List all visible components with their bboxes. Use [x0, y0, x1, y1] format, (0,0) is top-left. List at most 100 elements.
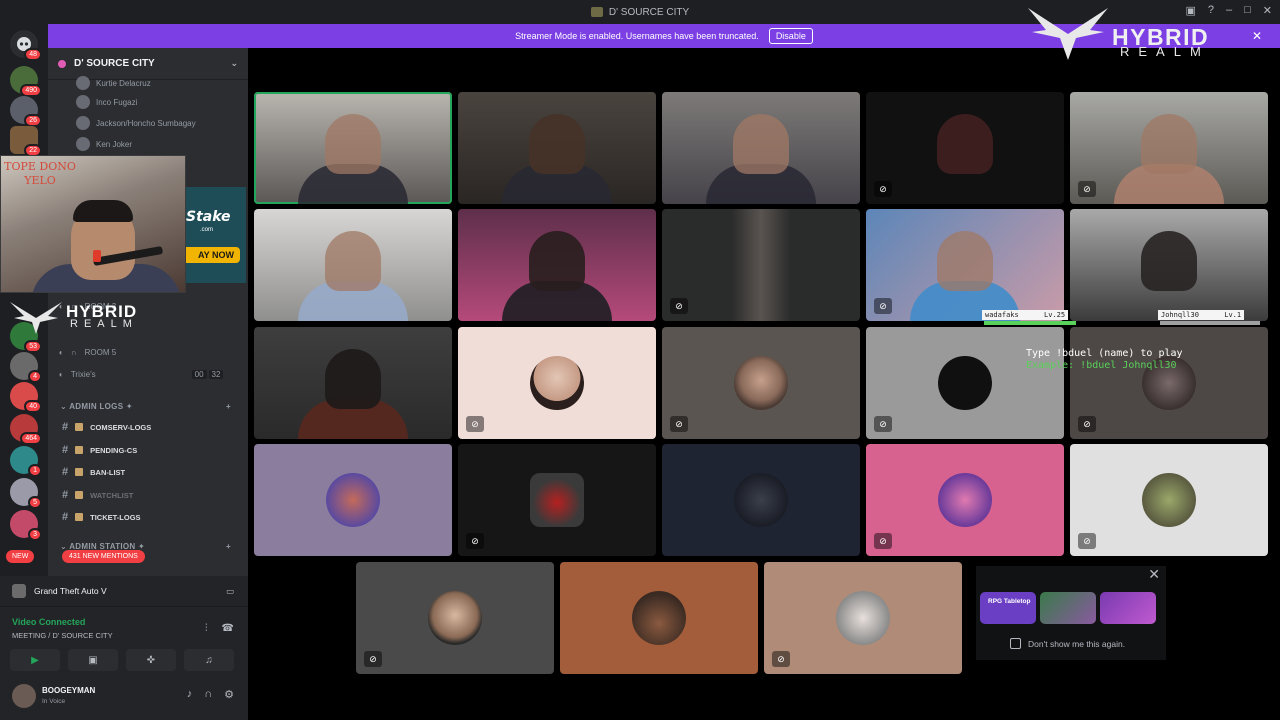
- video-tile[interactable]: [254, 92, 452, 204]
- activity-card[interactable]: [1100, 592, 1156, 624]
- video-tile[interactable]: [560, 562, 758, 674]
- text-channel[interactable]: # PENDING-CS: [62, 444, 137, 456]
- avatar: [938, 356, 992, 410]
- text-channel[interactable]: # BAN-LIST: [62, 466, 125, 478]
- voice-member[interactable]: Kurtie Delacruz: [76, 76, 151, 90]
- video-tile[interactable]: [458, 92, 656, 204]
- video-tile[interactable]: ⊘: [662, 327, 860, 439]
- video-tile[interactable]: [1070, 209, 1268, 321]
- video-tile[interactable]: ⊘: [458, 444, 656, 556]
- video-tile[interactable]: ⊘: [662, 209, 860, 321]
- activities-button[interactable]: ✜: [126, 649, 176, 671]
- game-icon: [12, 584, 26, 598]
- text-channel[interactable]: # WATCHLIST: [62, 489, 133, 501]
- dont-show-again-checkbox[interactable]: [1010, 638, 1021, 649]
- add-channel-icon[interactable]: +: [226, 402, 231, 411]
- server-icon-7[interactable]: 464: [10, 414, 42, 445]
- voice-member[interactable]: Inco Fugazi: [76, 95, 137, 109]
- new-mentions-pill[interactable]: 431 NEW MENTIONS: [62, 550, 145, 563]
- video-tile[interactable]: [662, 444, 860, 556]
- video-tile[interactable]: [254, 209, 452, 321]
- noise-suppression-icon[interactable]: ⫶: [205, 623, 208, 634]
- participant-head: [1141, 231, 1197, 291]
- duel-example: Example: !bduel Johnqll30: [1026, 360, 1177, 371]
- video-tile[interactable]: ⊘: [356, 562, 554, 674]
- video-tile[interactable]: ⊘: [1070, 92, 1268, 204]
- speaker-icon: ◖: [58, 348, 63, 357]
- close-window-button[interactable]: ✕: [1263, 4, 1272, 17]
- activities-popup: ✕ RPG Tabletop Don't show me this again.: [976, 566, 1166, 660]
- microphone-icon[interactable]: ♪: [187, 688, 193, 701]
- server-icon-5[interactable]: 4: [10, 352, 42, 383]
- new-unreads-pill[interactable]: NEW: [6, 550, 35, 563]
- voice-channel-path[interactable]: MEETING / D' SOURCE CITY: [12, 631, 113, 640]
- username[interactable]: BOOGEYMAN: [42, 686, 95, 695]
- video-tile[interactable]: ⊘: [866, 209, 1064, 321]
- text-channel[interactable]: # COMSERV-LOGS: [62, 421, 151, 433]
- player-1-tag: wadafaks Lv.25: [982, 310, 1069, 320]
- server-icon-8[interactable]: 1: [10, 446, 42, 477]
- soundboard-button[interactable]: ♫: [184, 649, 234, 671]
- category-admin-logs[interactable]: ⌄ ADMIN LOGS ✦ +: [60, 402, 231, 411]
- video-tile[interactable]: ⊘: [764, 562, 962, 674]
- chevron-down-icon[interactable]: ⌄: [230, 58, 238, 69]
- avatar[interactable]: [12, 684, 36, 708]
- avatar: [326, 473, 380, 527]
- screen-share-button[interactable]: ▣: [68, 649, 118, 671]
- voice-status[interactable]: Video Connected: [12, 617, 85, 627]
- server-icon-10[interactable]: 3: [10, 510, 42, 541]
- video-tile[interactable]: [458, 209, 656, 321]
- dont-show-again-label[interactable]: Don't show me this again.: [1028, 639, 1125, 649]
- monitor-icon[interactable]: ▭: [226, 586, 234, 597]
- unread-badge: 40: [24, 400, 42, 413]
- video-tile[interactable]: ⊘: [866, 92, 1064, 204]
- settings-gear-icon[interactable]: ⚙: [224, 688, 234, 701]
- voice-connection-panel: Video Connected MEETING / D' SOURCE CITY…: [0, 606, 248, 680]
- unread-badge: 5: [28, 496, 42, 509]
- server-icon-2[interactable]: 26: [10, 96, 42, 127]
- hybrid-realm-logo-small: HYBRID REALM: [8, 296, 168, 336]
- logo-word-2: REALM: [70, 318, 138, 330]
- video-tile[interactable]: ⊘: [866, 327, 1064, 439]
- video-tile[interactable]: ⊘: [866, 444, 1064, 556]
- video-tile[interactable]: [662, 92, 860, 204]
- participant-head: [325, 349, 381, 409]
- avatar: [734, 473, 788, 527]
- top-donor-label: TOPE DONO YELO: [2, 160, 78, 188]
- video-tile[interactable]: [254, 444, 452, 556]
- video-tile[interactable]: [254, 327, 452, 439]
- muted-icon: ⊘: [670, 298, 688, 314]
- logo-word-2: REALM: [1120, 44, 1210, 59]
- voice-member[interactable]: Jackson/Honcho Sumbagay: [76, 116, 196, 130]
- video-tile[interactable]: ⊘: [1070, 444, 1268, 556]
- user-panel: BOOGEYMAN In Voice ♪ ∩ ⚙: [0, 680, 248, 720]
- voice-member[interactable]: Ken Joker: [76, 137, 132, 151]
- camera-button[interactable]: ▶: [10, 649, 60, 671]
- headphones-icon[interactable]: ∩: [204, 688, 212, 701]
- close-icon[interactable]: ✕: [1148, 566, 1160, 583]
- disconnect-icon[interactable]: ☎: [222, 623, 234, 634]
- server-icon-1[interactable]: 490: [10, 66, 42, 97]
- video-tile[interactable]: ⊘: [458, 327, 656, 439]
- webcam-hair: [73, 200, 133, 222]
- server-icon-9[interactable]: 5: [10, 478, 42, 509]
- disable-streamer-mode-button[interactable]: Disable: [768, 28, 813, 44]
- activity-card-rpg-tabletop[interactable]: RPG Tabletop: [980, 592, 1036, 624]
- video-tile[interactable]: ⊘: [1070, 327, 1268, 439]
- avatar: [76, 116, 90, 130]
- avatar: [76, 76, 90, 90]
- avatar: [530, 356, 584, 410]
- channel-label: BAN-LIST: [90, 467, 126, 477]
- avatar: [734, 356, 788, 410]
- server-icon-6[interactable]: 40: [10, 382, 42, 413]
- voice-channel-room-5[interactable]: ◖ ∩ ROOM 5: [58, 348, 116, 357]
- activity-card[interactable]: [1040, 592, 1096, 624]
- voice-channel-trixies[interactable]: ◖ Trixie's 00 32: [58, 370, 224, 379]
- text-channel[interactable]: # TICKET-LOGS: [62, 511, 141, 523]
- muted-icon: ⊘: [466, 416, 484, 432]
- unread-badge: 48: [24, 48, 42, 61]
- add-channel-icon[interactable]: +: [226, 542, 231, 551]
- server-icon-3[interactable]: 22: [10, 126, 42, 157]
- direct-messages-icon[interactable]: 48: [10, 30, 42, 61]
- avatar: [76, 95, 90, 109]
